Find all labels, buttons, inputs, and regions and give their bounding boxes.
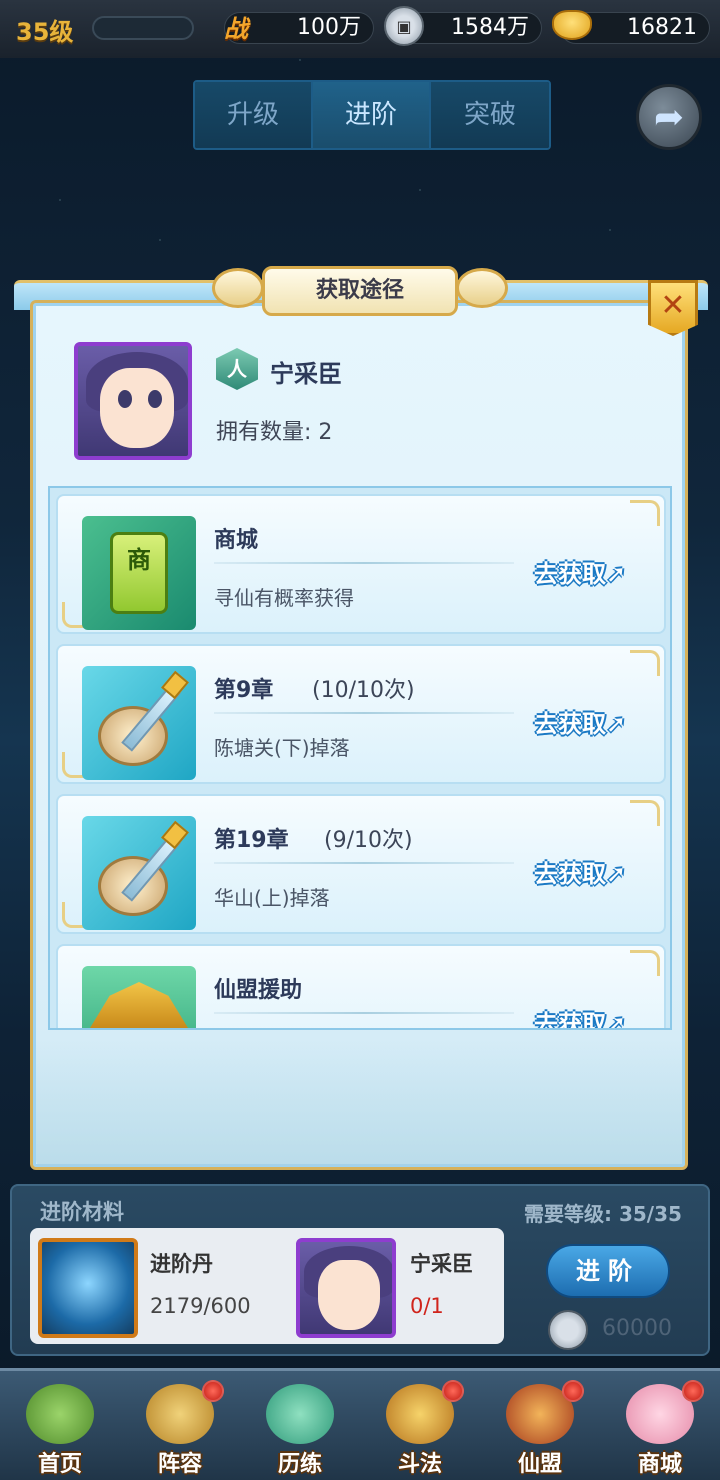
notification-badge — [682, 1380, 704, 1402]
close-button[interactable]: ✕ — [648, 280, 698, 336]
go-acquire-button[interactable]: 去获取➚ — [534, 854, 626, 889]
source-title: 商城 — [214, 528, 259, 553]
nav-home[interactable]: 首页 — [2, 1376, 118, 1480]
guild-roof — [90, 982, 188, 1028]
player-level: 35级 — [16, 18, 74, 46]
materials-label: 进阶材料 — [40, 1200, 124, 1224]
go-acquire-label: 去获取 — [534, 710, 606, 738]
source-desc: 寻仙有概率获得 — [214, 586, 354, 610]
modal-title: 获取途径 — [262, 266, 458, 316]
hero-owned-count: 拥有数量: 2 — [216, 420, 333, 445]
ingot-value: 16821 — [627, 15, 697, 40]
material-name: 宁采臣 — [410, 1252, 473, 1276]
nav-battle[interactable]: 斗法 — [362, 1376, 478, 1480]
material-count: 0/1 — [410, 1294, 444, 1318]
source-desc: 华山(上)掉落 — [214, 886, 330, 910]
required-level: 需要等级: 35/35 — [524, 1202, 682, 1226]
tab-advance[interactable]: 进阶 — [313, 82, 431, 148]
arrow-icon: ➚ — [606, 1010, 627, 1030]
material-name: 进阶丹 — [150, 1252, 213, 1276]
coin-value: 1584万 — [451, 15, 529, 40]
source-list[interactable]: 商 商城 寻仙有概率获得 去获取➚ 第9章 (10/10次) 陈塘关(下)掉落 … — [48, 486, 672, 1030]
go-acquire-button[interactable]: 去获取➚ — [534, 1004, 627, 1030]
sword-disc-icon — [82, 816, 196, 930]
advance-button[interactable]: 进阶 — [546, 1244, 670, 1298]
source-title: 第9章 — [214, 678, 274, 703]
arrow-icon: ➚ — [606, 860, 627, 888]
hero-eye-left — [118, 390, 132, 408]
go-acquire-label: 去获取 — [534, 560, 606, 588]
nav-label: 首页 — [37, 1452, 82, 1477]
go-acquire-button[interactable]: 去获取➚ — [534, 554, 626, 589]
corner-ornament — [630, 950, 660, 976]
tab-upgrade[interactable]: 升级 — [195, 82, 313, 148]
advance-pill-icon[interactable] — [38, 1238, 138, 1338]
gourd-icon — [266, 1384, 334, 1444]
divider — [214, 712, 514, 714]
nav-trials[interactable]: 历练 — [242, 1376, 358, 1480]
notification-badge — [562, 1380, 584, 1402]
shop-card: 商 — [110, 532, 168, 614]
home-island-icon — [26, 1384, 94, 1444]
nav-label: 斗法 — [397, 1452, 442, 1477]
nav-lineup[interactable]: 阵容 — [122, 1376, 238, 1480]
exp-bar — [92, 16, 194, 40]
source-count: (10/10次) — [312, 678, 415, 703]
source-count: (9/10次) — [324, 828, 413, 853]
coin-icon: ▣ — [384, 6, 424, 46]
tab-breakthrough[interactable]: 突破 — [431, 82, 549, 148]
advance-cost: 60000 — [602, 1316, 672, 1341]
corner-ornament — [630, 800, 660, 826]
material-count: 2179/600 — [150, 1294, 251, 1318]
hero-shard-icon[interactable] — [296, 1238, 396, 1338]
source-item-shop: 商 商城 寻仙有概率获得 去获取➚ — [56, 494, 666, 634]
source-title: 仙盟援助 — [214, 978, 303, 1003]
scroll-ornament-left — [212, 268, 264, 308]
corner-ornament — [630, 650, 660, 676]
hero-eye-right — [148, 390, 162, 408]
nav-guild[interactable]: 仙盟 — [482, 1376, 598, 1480]
divider — [214, 862, 514, 864]
hero-face — [100, 368, 174, 448]
shop-card-icon: 商 — [82, 516, 196, 630]
coin-icon — [548, 1310, 588, 1350]
upgrade-tabs: 升级 进阶 突破 — [193, 80, 551, 150]
mountain-mist-decoration — [36, 1040, 684, 1166]
source-item-chapter: 第9章 (10/10次) 陈塘关(下)掉落 去获取➚ — [56, 644, 666, 784]
back-arrow-icon: ➦ — [653, 96, 685, 138]
close-icon: ✕ — [660, 288, 686, 323]
corner-ornament — [630, 500, 660, 526]
go-acquire-button[interactable]: 去获取➚ — [534, 704, 626, 739]
guild-hall-icon — [82, 966, 196, 1028]
nav-label: 阵容 — [157, 1452, 202, 1477]
source-item-chapter: 第19章 (9/10次) 华山(上)掉落 去获取➚ — [56, 794, 666, 934]
power-value: 100万 — [297, 15, 361, 40]
go-acquire-label: 去获取 — [534, 860, 606, 888]
divider — [214, 1012, 514, 1014]
arrow-icon: ➚ — [606, 710, 627, 738]
scroll-ornament-right — [456, 268, 508, 308]
divider — [214, 562, 514, 564]
power-icon: 战 — [224, 14, 248, 43]
hero-face — [318, 1260, 380, 1330]
hero-portrait — [74, 342, 192, 460]
nav-label: 商城 — [637, 1452, 682, 1477]
go-acquire-label: 去获取 — [534, 1010, 606, 1030]
sword-disc-icon — [82, 666, 196, 780]
ingot-icon — [552, 10, 592, 40]
arrow-icon: ➚ — [606, 560, 627, 588]
nav-label: 历练 — [277, 1452, 322, 1477]
nav-shop[interactable]: 商城 — [602, 1376, 718, 1480]
notification-badge — [202, 1380, 224, 1402]
hero-name: 宁采臣 — [270, 360, 342, 388]
source-item-guild: 仙盟援助 去获取➚ — [56, 944, 666, 1030]
source-desc: 陈塘关(下)掉落 — [214, 736, 350, 760]
source-title: 第19章 — [214, 828, 289, 853]
back-button[interactable]: ➦ — [636, 84, 702, 150]
nav-label: 仙盟 — [517, 1452, 562, 1477]
top-resource-bar: 35级 100万 战 1584万 ▣ 16821 — [0, 0, 720, 58]
notification-badge — [442, 1380, 464, 1402]
